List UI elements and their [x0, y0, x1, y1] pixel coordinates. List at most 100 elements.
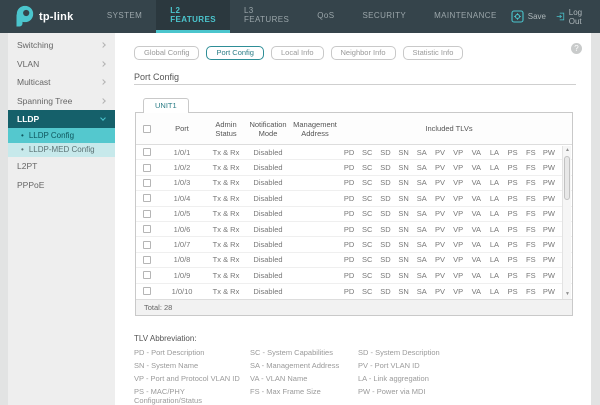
sidebar: Switching VLAN Multicast Spanning Tree L…: [8, 33, 115, 405]
tlv-code: VA: [471, 240, 482, 250]
tlv-code: LA: [489, 163, 500, 173]
tlv-code: SC: [362, 209, 373, 219]
tlv-code: PV: [434, 178, 445, 188]
nav-l2-features[interactable]: L2 FEATURES: [156, 0, 230, 33]
nav-l3-features[interactable]: L3 FEATURES: [230, 0, 303, 33]
notification-mode-cell: Disabled: [253, 147, 283, 157]
tlv-code: FS: [526, 286, 536, 296]
tlv-code: PD: [343, 147, 355, 157]
tlv-code: PV: [434, 163, 445, 173]
sidebar-item-spanning-tree[interactable]: Spanning Tree: [8, 92, 115, 111]
tlv-code: SA: [416, 193, 427, 203]
tab-neighbor-info[interactable]: Neighbor Info: [330, 46, 396, 60]
nav-maintenance[interactable]: MAINTENANCE: [420, 0, 511, 33]
row-checkbox[interactable]: [143, 225, 151, 234]
header-management-address: Management Address: [293, 119, 337, 138]
sidebar-item-pppoe[interactable]: PPPoE: [8, 176, 115, 195]
tlv-code: PD: [343, 224, 355, 234]
port-cell: 1/0/3: [173, 178, 191, 188]
tlv-code: PD: [343, 193, 355, 203]
table-row: 1/0/5 Tx & Rx Disabled PD SC SD SN SA PV VP VA L…: [136, 206, 572, 222]
chevron-right-icon: [100, 97, 106, 104]
sidebar-item-lldp-med-config[interactable]: LLDP-MED Config: [8, 142, 115, 157]
tlv-code: PS: [507, 270, 518, 280]
tlv-code: PD: [343, 286, 355, 296]
tlv-code: FS: [526, 270, 536, 280]
tlv-code: SC: [362, 147, 373, 157]
sidebar-item-vlan[interactable]: VLAN: [8, 55, 115, 74]
scroll-thumb[interactable]: [564, 156, 570, 200]
tlv-code: PV: [434, 147, 445, 157]
tlv-code: FS: [526, 224, 536, 234]
sidebar-item-lldp-config[interactable]: LLDP Config: [8, 128, 115, 143]
scroll-up-arrow[interactable]: ▲: [563, 146, 572, 155]
abbr-item: SA - Management Address: [250, 361, 340, 370]
port-cell: 1/0/2: [173, 163, 191, 173]
row-checkbox[interactable]: [143, 255, 151, 264]
row-checkbox[interactable]: [143, 209, 151, 218]
tlv-code: PD: [343, 209, 355, 219]
tlv-cells: PD SC SD SN SA PV VP VA LA PS FS PW: [340, 255, 572, 264]
sidebar-item-label: Switching: [17, 40, 54, 51]
row-checkbox[interactable]: [143, 240, 151, 249]
sidebar-item-label: PPPoE: [17, 179, 45, 190]
unit-tab[interactable]: UNIT1: [143, 98, 189, 113]
admin-status-cell: Tx & Rx: [212, 224, 240, 234]
sidebar-item-label: VLAN: [17, 58, 40, 69]
tlv-code: VA: [471, 147, 482, 157]
select-all-checkbox[interactable]: [143, 124, 151, 133]
tlv-code: FS: [526, 240, 536, 250]
scroll-down-arrow[interactable]: ▼: [563, 290, 572, 299]
tlv-code: VP: [453, 178, 464, 188]
nav-security[interactable]: SECURITY: [348, 0, 420, 33]
tlv-code: PS: [507, 224, 518, 234]
row-checkbox[interactable]: [143, 194, 151, 203]
row-checkbox[interactable]: [143, 148, 151, 157]
tab-statistic-info[interactable]: Statistic Info: [402, 46, 464, 60]
header-port: Port: [175, 124, 189, 133]
tlv-code: VP: [453, 224, 464, 234]
sidebar-item-switching[interactable]: Switching: [8, 36, 115, 55]
tplink-logo[interactable]: tp-link: [0, 0, 91, 33]
content-panel: ? Global Config Port Config Local Info N…: [115, 33, 591, 405]
abbr-item: LA - Link aggregation: [358, 374, 429, 383]
sidebar-item-lldp[interactable]: LLDP: [8, 110, 115, 128]
row-checkbox[interactable]: [143, 287, 151, 296]
nav-system[interactable]: SYSTEM: [93, 0, 156, 33]
tab-global-config[interactable]: Global Config: [134, 46, 200, 60]
logout-button[interactable]: Log Out: [556, 8, 588, 26]
abbr-item: PW - Power via MDI: [358, 387, 426, 396]
table-row: 1/0/10 Tx & Rx Disabled PD SC SD SN SA PV VP VA…: [136, 283, 572, 299]
row-checkbox[interactable]: [143, 178, 151, 187]
tlv-code: PV: [434, 270, 445, 280]
row-checkbox[interactable]: [143, 163, 151, 172]
tab-port-config[interactable]: Port Config: [206, 46, 264, 60]
sidebar-item-multicast[interactable]: Multicast: [8, 73, 115, 92]
sidebar-item-l2pt[interactable]: L2PT: [8, 157, 115, 176]
save-button[interactable]: Save: [511, 10, 546, 23]
tlv-code: FS: [526, 193, 536, 203]
tlv-cells: PD SC SD SN SA PV VP VA LA PS FS PW: [340, 240, 572, 249]
tlv-code: LA: [489, 209, 500, 219]
tlv-code: PV: [434, 286, 445, 296]
tlv-code: PW: [542, 255, 556, 265]
port-cell: 1/0/10: [171, 286, 193, 296]
tlv-code: SD: [380, 224, 391, 234]
admin-status-cell: Tx & Rx: [212, 270, 240, 280]
help-icon[interactable]: ?: [571, 43, 582, 54]
table-scrollbar[interactable]: ▲ ▼: [562, 146, 571, 299]
header-included-tlvs: Included TLVs: [425, 124, 473, 133]
sidebar-item-label: Multicast: [17, 77, 51, 88]
config-tabs: Global Config Port Config Local Info Nei…: [134, 46, 464, 60]
save-label: Save: [527, 12, 546, 21]
tlv-code: VA: [471, 224, 482, 234]
tlv-code: PD: [343, 178, 355, 188]
tlv-code: SD: [380, 147, 391, 157]
abbr-item: PS - MAC/PHY Configuration/Status: [134, 387, 202, 405]
abbr-item: SN - System Name: [134, 361, 199, 370]
tlv-code: SC: [362, 255, 373, 265]
tab-local-info[interactable]: Local Info: [270, 46, 324, 60]
row-checkbox[interactable]: [143, 271, 151, 280]
nav-qos[interactable]: QoS: [303, 0, 348, 33]
tlv-code: VP: [453, 193, 464, 203]
